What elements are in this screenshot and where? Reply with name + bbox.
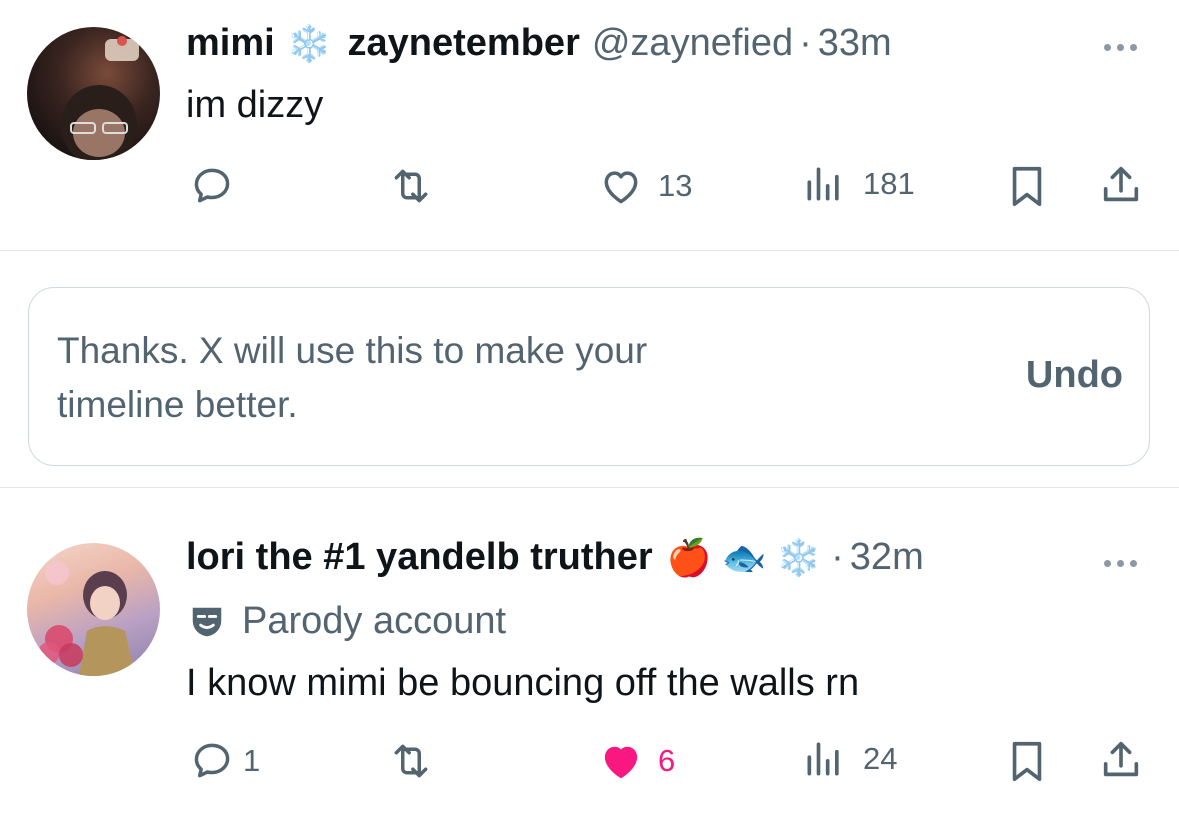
like-count: 13 [658, 168, 693, 203]
bookmark-icon [1012, 741, 1042, 782]
repost-icon [394, 169, 428, 203]
like-icon [604, 746, 638, 779]
display-name[interactable]: lori the #1 yandelb truther [186, 536, 653, 579]
avatar-image [38, 561, 135, 676]
fish-emoji: 🐟 [721, 536, 767, 578]
bookmark-button[interactable] [1006, 738, 1048, 784]
parody-mask-icon [192, 607, 222, 636]
share-icon [1103, 741, 1139, 777]
reply-button[interactable] [189, 164, 235, 208]
separator-dot: · [799, 22, 812, 64]
more-icon[interactable] [1104, 560, 1137, 567]
more-icon[interactable] [1104, 44, 1137, 51]
display-name[interactable]: mimi [186, 22, 275, 65]
reply-button[interactable]: 1 [189, 739, 260, 783]
views-button[interactable]: 181 [801, 162, 915, 206]
like-button[interactable]: 6 [596, 739, 675, 783]
parody-label: Parody account [242, 600, 507, 642]
handle[interactable]: @zaynefied [592, 22, 793, 65]
parody-badge: Parody account [188, 600, 506, 643]
post-header: lori the #1 yandelb truther 🍎 🐟 ❄️ · 32m [186, 536, 924, 579]
bookmark-button[interactable] [1006, 163, 1048, 209]
reply-icon [194, 168, 230, 203]
share-button[interactable] [1098, 737, 1144, 783]
share-button[interactable] [1098, 162, 1144, 208]
secondary-name[interactable]: zaynetember [348, 22, 580, 65]
notice-message: Thanks. X will use this to make your tim… [57, 324, 817, 432]
views-button[interactable]: 24 [801, 737, 897, 781]
timestamp[interactable]: 33m [818, 22, 892, 65]
views-icon [807, 167, 839, 201]
reply-icon [194, 743, 230, 778]
undo-button[interactable]: Undo [1026, 354, 1123, 397]
post-header: mimi ❄️ zaynetember @zaynefied · 33m [186, 22, 892, 65]
notice-line-1: Thanks. X will use this to make your [57, 330, 648, 371]
feedback-notice: Thanks. X will use this to make your tim… [28, 287, 1150, 466]
share-icon [1103, 166, 1139, 202]
post-2[interactable]: lori the #1 yandelb truther 🍎 🐟 ❄️ · 32m… [0, 488, 1179, 826]
avatar[interactable] [27, 27, 160, 160]
views-count: 181 [863, 166, 915, 201]
bookmark-icon [1012, 166, 1042, 207]
views-count: 24 [863, 741, 898, 776]
divider [0, 250, 1179, 251]
avatar-image [61, 36, 139, 160]
apple-emoji: 🍎 [666, 536, 712, 578]
repost-icon [394, 744, 428, 778]
notice-line-2: timeline better. [57, 384, 298, 425]
repost-button[interactable] [386, 739, 436, 783]
post-text: I know mimi be bouncing off the walls rn [186, 662, 860, 704]
reply-count: 1 [243, 743, 261, 778]
avatar[interactable] [27, 543, 160, 676]
repost-button[interactable] [386, 164, 436, 208]
timestamp[interactable]: 32m [850, 536, 924, 579]
post-text: im dizzy [186, 84, 324, 126]
snowflake-emoji: ❄️ [776, 536, 822, 578]
like-count: 6 [658, 743, 676, 778]
like-icon [604, 171, 638, 204]
separator-dot: · [831, 536, 844, 578]
like-button[interactable]: 13 [596, 164, 692, 208]
views-icon [807, 742, 839, 776]
post-1[interactable]: mimi ❄️ zaynetember @zaynefied · 33m im … [0, 0, 1179, 250]
snowflake-emoji: ❄️ [286, 22, 332, 64]
